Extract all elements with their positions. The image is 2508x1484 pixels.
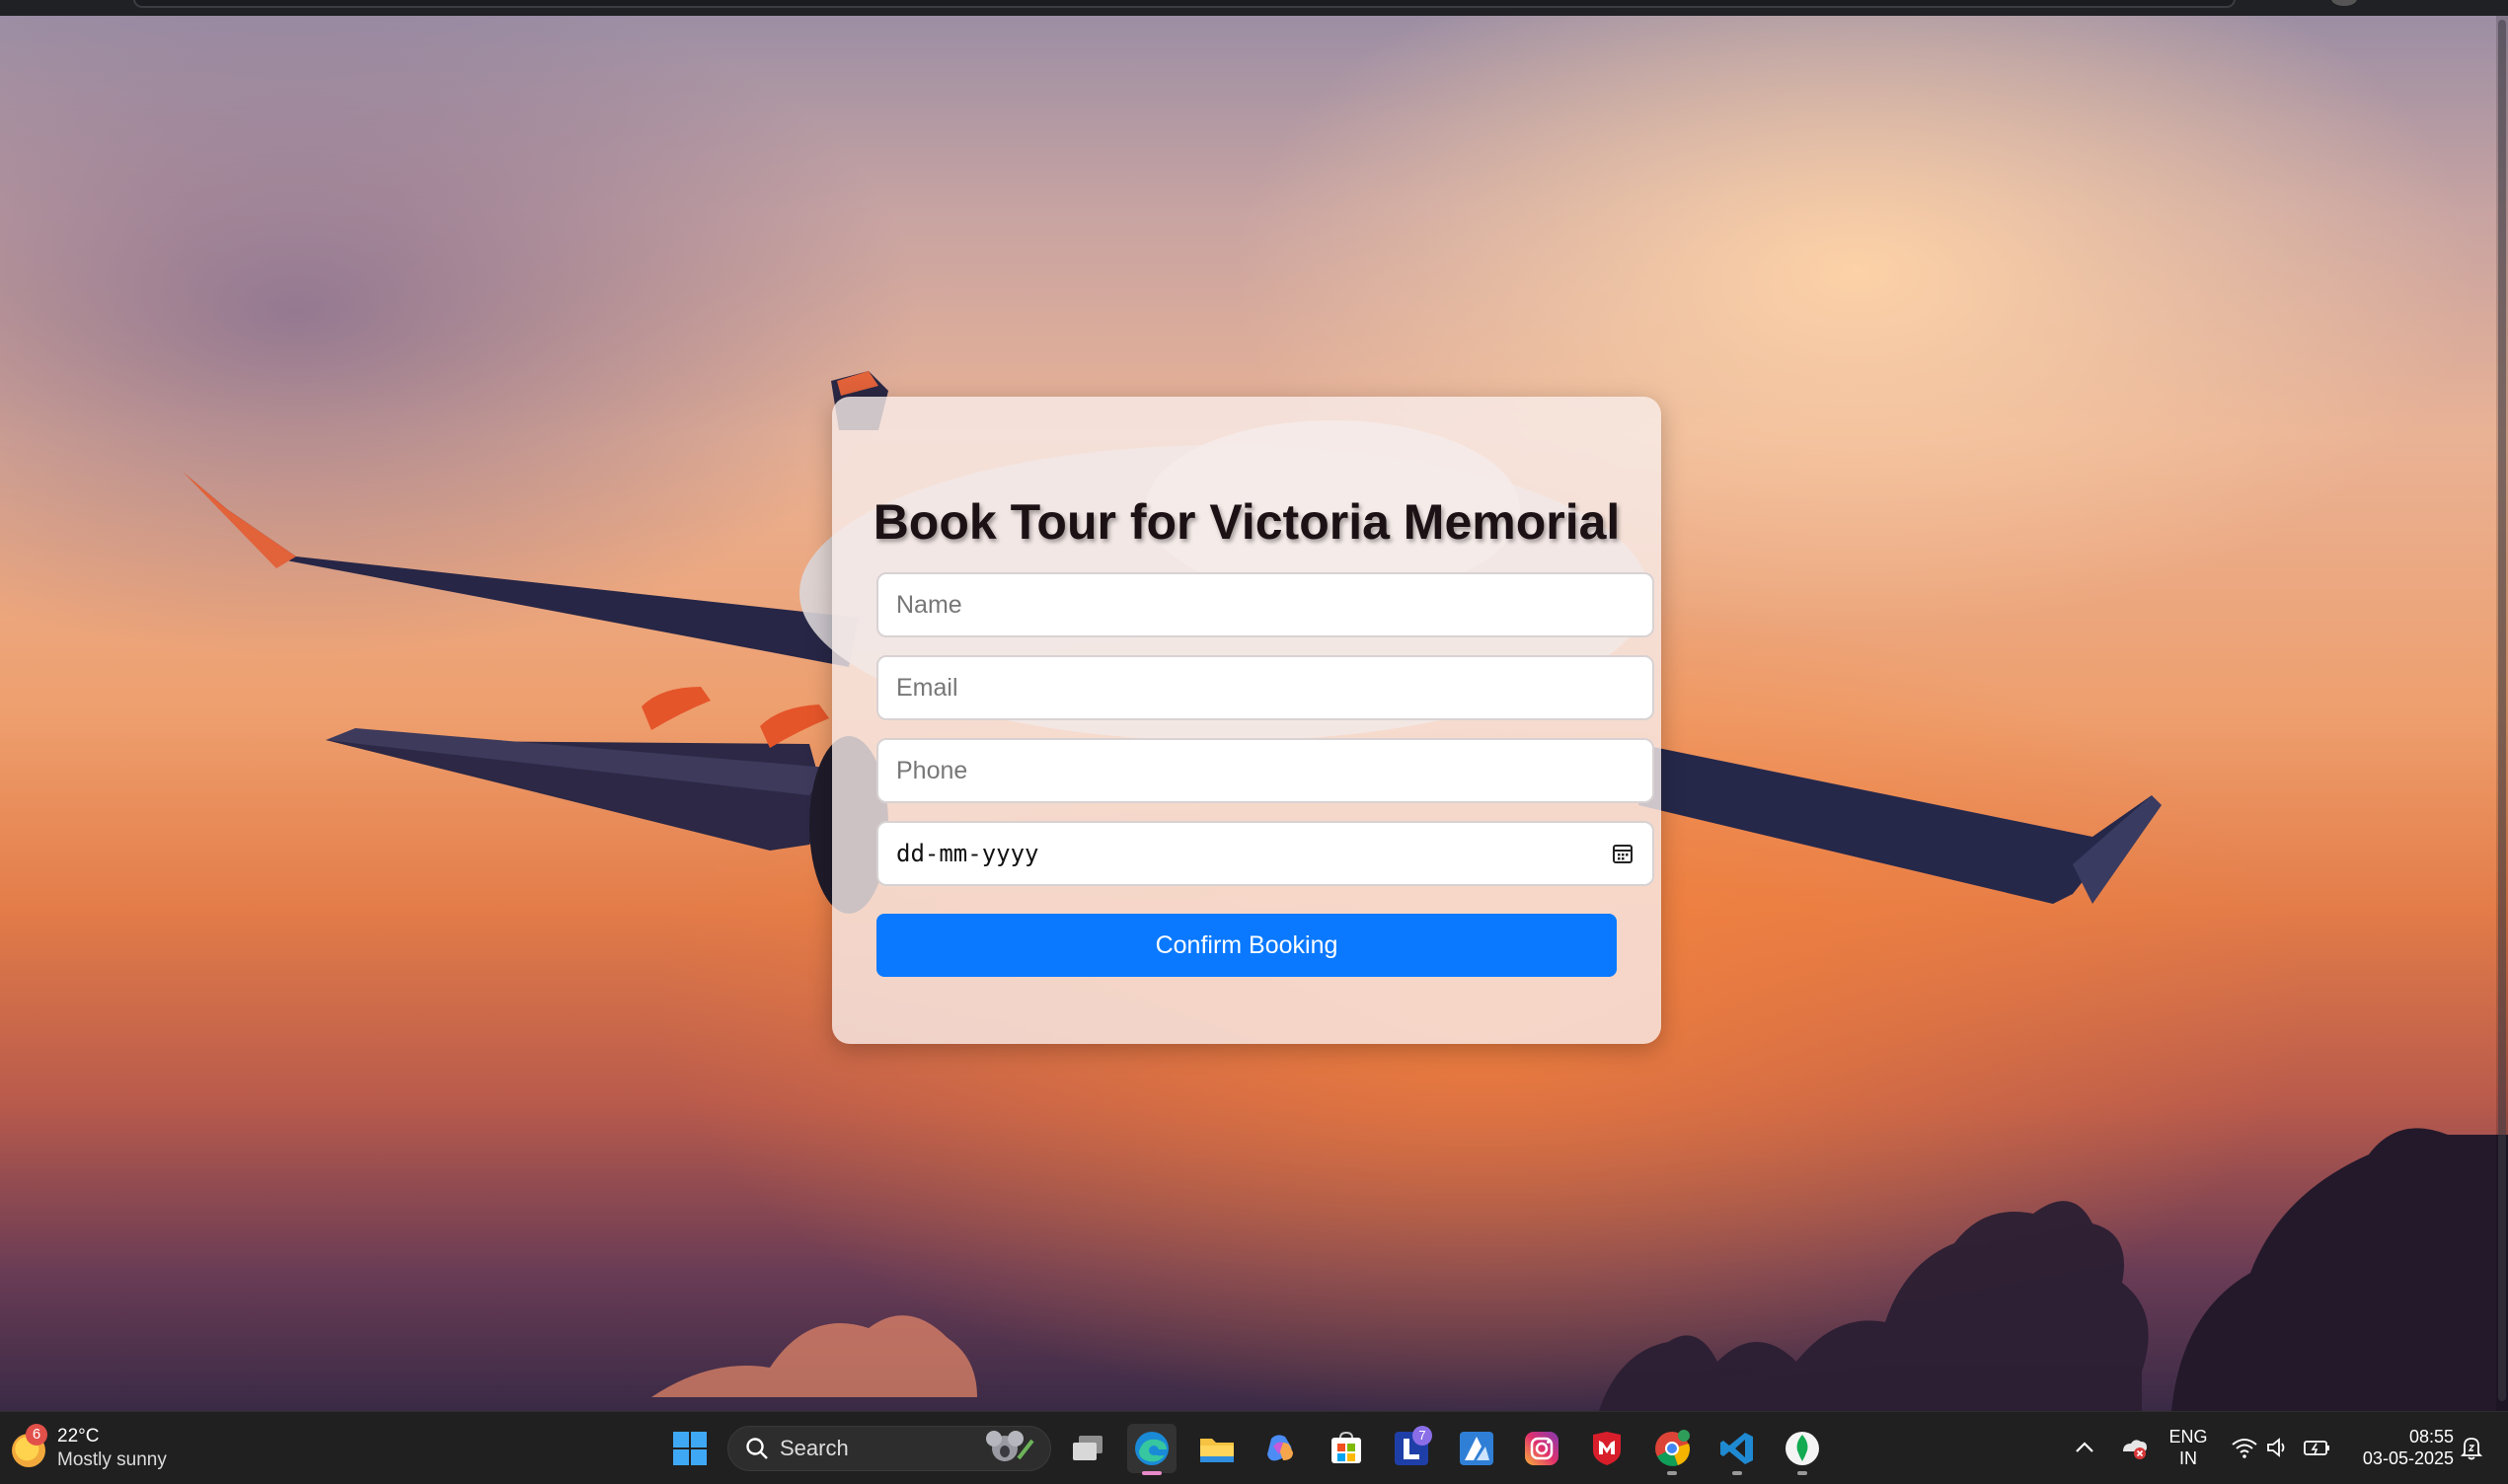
microsoft-store-icon[interactable] bbox=[1322, 1424, 1371, 1473]
language-label: ENG bbox=[2168, 1427, 2208, 1447]
lexicon-app-icon[interactable]: 7 bbox=[1387, 1424, 1436, 1473]
name-input[interactable] bbox=[896, 590, 1634, 620]
compass-running-indicator bbox=[1797, 1471, 1807, 1475]
lexicon-notification-badge: 7 bbox=[1412, 1426, 1432, 1446]
edge-icon[interactable] bbox=[1127, 1424, 1177, 1475]
vscode-running-indicator bbox=[1732, 1471, 1742, 1475]
phone-field[interactable] bbox=[876, 738, 1654, 803]
chrome-icon[interactable] bbox=[1647, 1424, 1697, 1475]
volume-icon[interactable] bbox=[2266, 1436, 2292, 1459]
email-input[interactable] bbox=[896, 673, 1634, 703]
windows-start-icon[interactable] bbox=[665, 1424, 715, 1473]
weather-widget[interactable]: 6 22°C Mostly sunny bbox=[12, 1424, 209, 1473]
koala-search-highlight-icon bbox=[986, 1431, 1034, 1461]
confirm-booking-button[interactable]: Confirm Booking bbox=[876, 914, 1617, 977]
copilot-icon[interactable] bbox=[1256, 1424, 1306, 1473]
notification-bell-icon[interactable] bbox=[2458, 1434, 2485, 1461]
date-field[interactable]: dd-mm-yyyy bbox=[876, 821, 1654, 886]
weather-badge: 6 bbox=[26, 1424, 47, 1446]
search-icon bbox=[746, 1438, 768, 1459]
search-label: Search bbox=[780, 1436, 849, 1460]
scrollbar-thumb[interactable] bbox=[2498, 20, 2506, 1401]
form-title: Book Tour for Victoria Memorial bbox=[873, 494, 1621, 550]
taskbar: 6 22°C Mostly sunny Search 7 ENG IN 08:5… bbox=[0, 1411, 2508, 1484]
weather-temperature: 22°C bbox=[57, 1426, 100, 1447]
onedrive-offline-icon[interactable] bbox=[2119, 1434, 2149, 1461]
name-field[interactable] bbox=[876, 572, 1654, 637]
browser-top-strip bbox=[0, 0, 2508, 16]
address-bar[interactable] bbox=[133, 0, 2236, 8]
clock-time: 08:55 bbox=[2408, 1427, 2454, 1447]
calendar-icon[interactable] bbox=[1611, 842, 1634, 865]
booking-form-card: Book Tour for Victoria Memorial dd-mm-yy… bbox=[832, 397, 1661, 1044]
date-input[interactable]: dd-mm-yyyy bbox=[896, 840, 1611, 867]
instagram-icon[interactable] bbox=[1517, 1424, 1566, 1473]
chrome-running-indicator bbox=[1667, 1471, 1677, 1475]
battery-charging-icon[interactable] bbox=[2302, 1436, 2331, 1459]
region-label: IN bbox=[2179, 1448, 2197, 1468]
clock[interactable]: 08:55 03-05-2025 bbox=[2345, 1426, 2454, 1469]
input-language-indicator[interactable]: ENG IN bbox=[2166, 1426, 2210, 1469]
page-viewport: Book Tour for Victoria Memorial dd-mm-yy… bbox=[0, 16, 2508, 1411]
phone-input[interactable] bbox=[896, 756, 1634, 785]
show-hidden-icons-chevron-icon[interactable] bbox=[2074, 1440, 2095, 1455]
mongodb-compass-icon[interactable] bbox=[1778, 1424, 1827, 1475]
edge-running-indicator bbox=[1142, 1471, 1162, 1475]
wifi-icon[interactable] bbox=[2231, 1436, 2258, 1459]
file-explorer-icon[interactable] bbox=[1192, 1424, 1242, 1473]
weather-condition: Mostly sunny bbox=[57, 1449, 167, 1470]
vscode-icon[interactable] bbox=[1712, 1424, 1762, 1475]
page-scrollbar[interactable] bbox=[2496, 16, 2508, 1411]
mcafee-icon[interactable] bbox=[1582, 1424, 1632, 1473]
clock-date: 03-05-2025 bbox=[2362, 1448, 2454, 1468]
email-field[interactable] bbox=[876, 655, 1654, 720]
task-view-icon[interactable] bbox=[1063, 1424, 1112, 1473]
taskbar-search[interactable]: Search bbox=[727, 1426, 1051, 1471]
profile-avatar[interactable] bbox=[2331, 0, 2357, 6]
azure-icon[interactable] bbox=[1452, 1424, 1501, 1473]
